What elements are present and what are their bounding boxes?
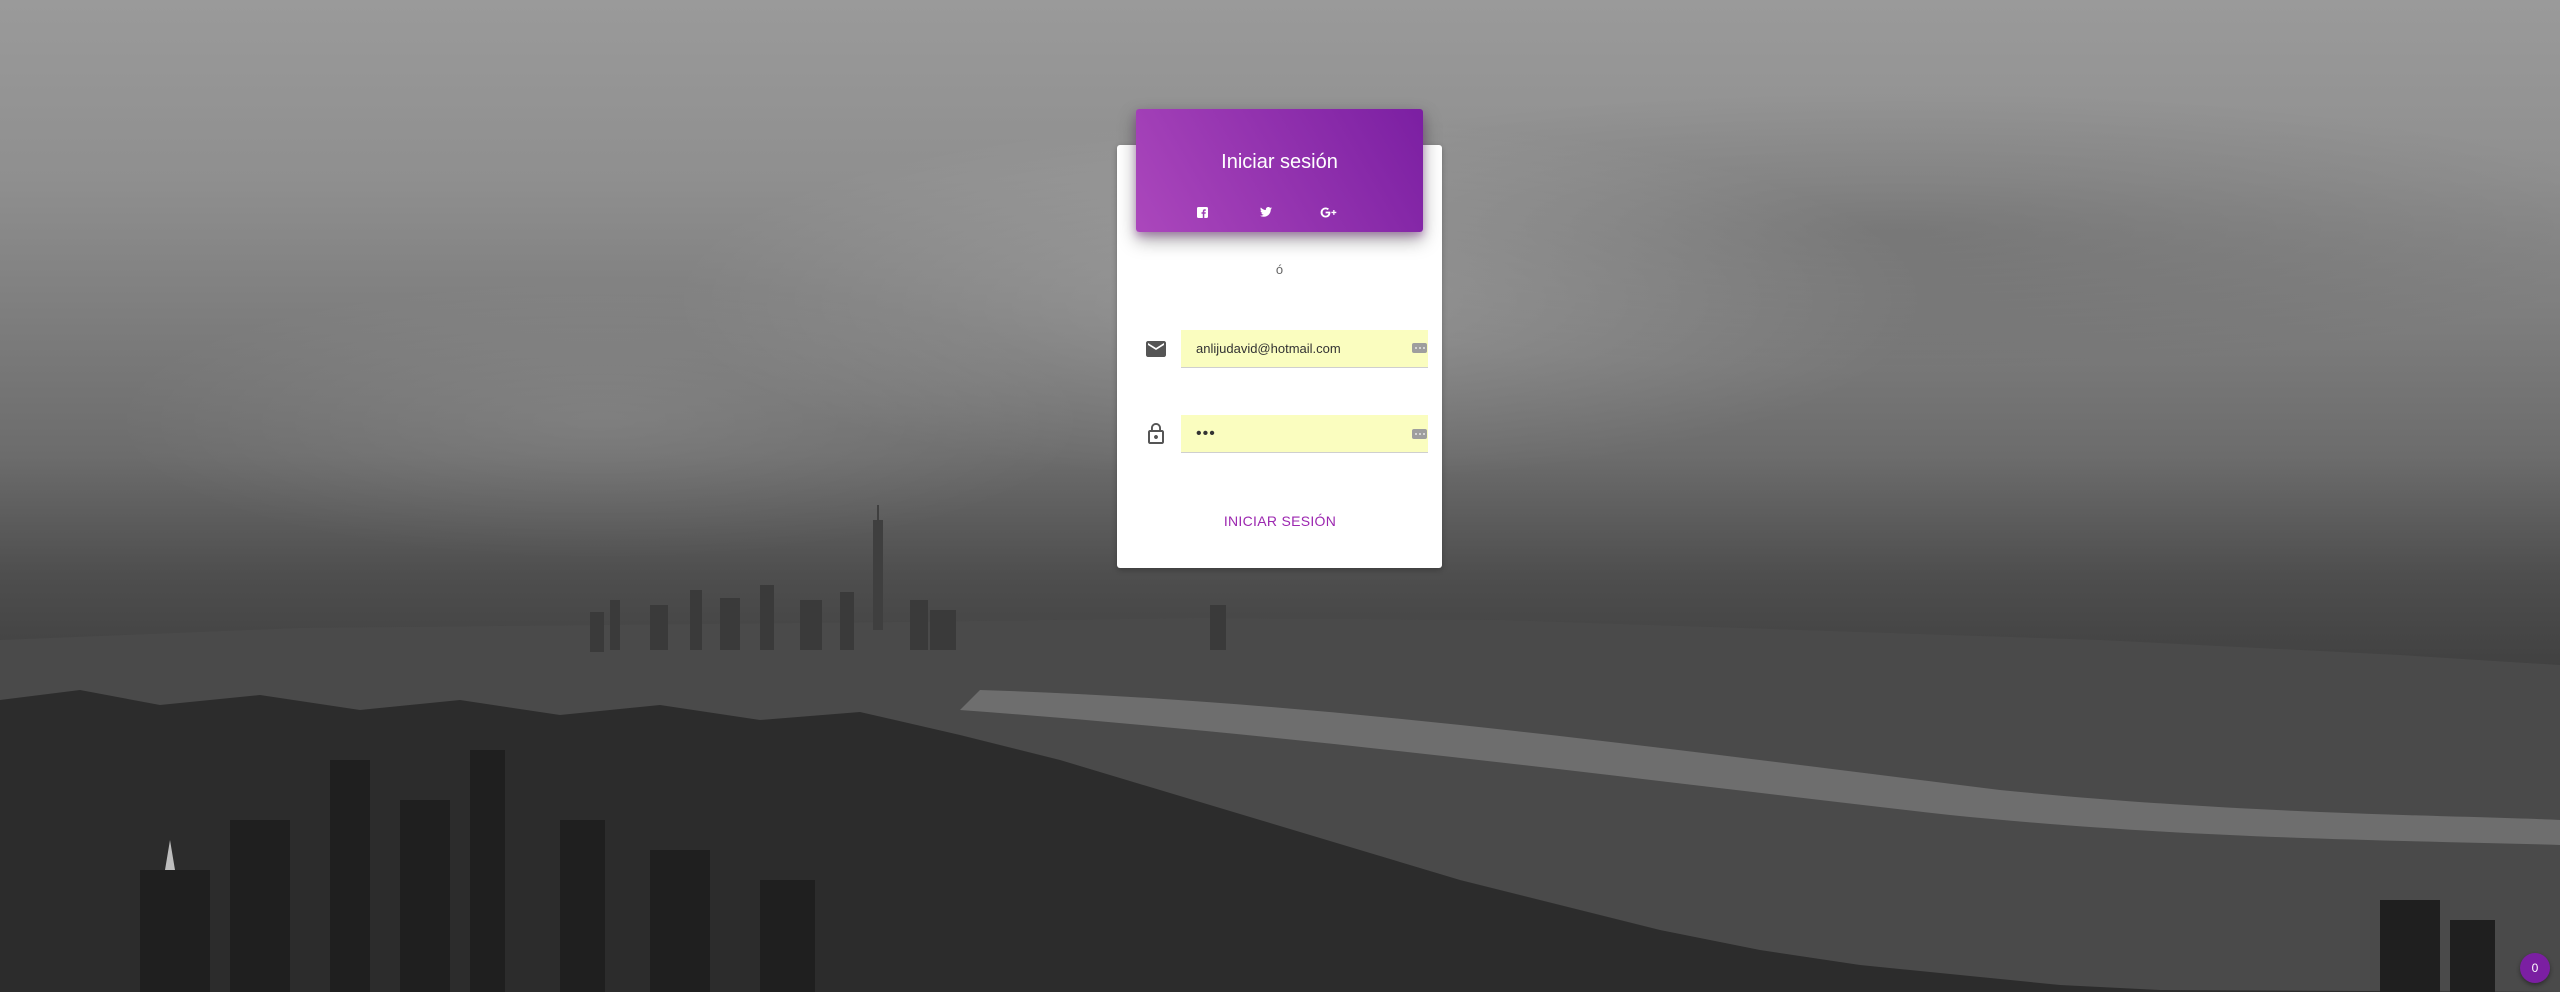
lock-icon [1144, 422, 1168, 446]
notification-count: 0 [2531, 961, 2539, 975]
notification-badge[interactable]: 0 [2520, 953, 2550, 983]
login-card-header: Iniciar sesión [1136, 109, 1423, 232]
login-submit-button[interactable]: INICIAR SESIÓN [1210, 503, 1350, 539]
google-plus-button[interactable] [1314, 201, 1344, 223]
google-plus-icon [1320, 207, 1337, 217]
twitter-button[interactable] [1251, 201, 1281, 223]
facebook-icon [1196, 206, 1208, 218]
facebook-button[interactable] [1187, 201, 1217, 223]
page-title: Iniciar sesión [1221, 151, 1338, 173]
password-input[interactable] [1181, 415, 1428, 453]
autofill-key-icon[interactable] [1412, 343, 1427, 353]
twitter-icon [1260, 207, 1272, 217]
divider-or: ó [1275, 262, 1284, 277]
email-input[interactable] [1181, 330, 1428, 368]
autofill-key-icon[interactable] [1412, 429, 1427, 439]
email-icon [1144, 337, 1168, 361]
